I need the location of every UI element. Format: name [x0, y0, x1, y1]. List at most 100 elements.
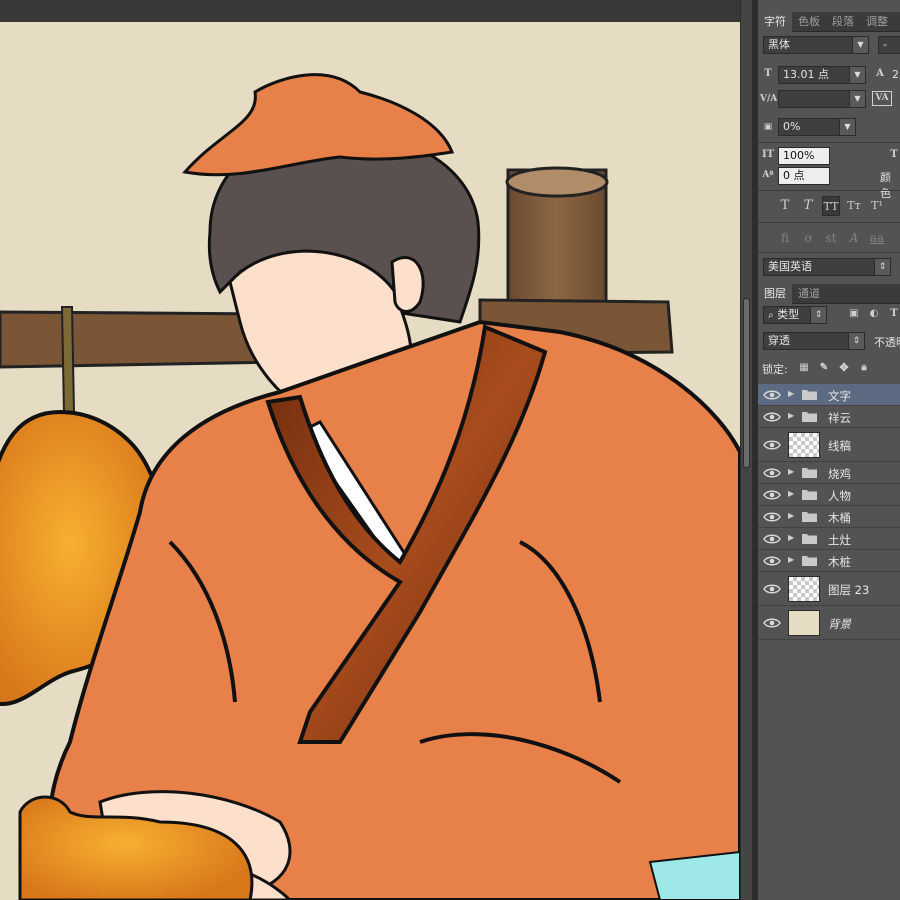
lock-brush-icon[interactable]: ✎ — [816, 360, 832, 376]
font-family-dropdown[interactable]: 黑体 ▼ — [763, 36, 869, 54]
kerning-dropdown[interactable]: ▼ — [778, 90, 866, 108]
updown-chevron-icon: ⇕ — [874, 259, 890, 275]
lock-position-icon[interactable]: ✥ — [836, 360, 852, 376]
faux-italic-button[interactable]: T — [799, 196, 817, 216]
image-filter-icon[interactable]: ▣ — [846, 306, 862, 322]
folder-icon — [802, 533, 817, 544]
expand-triangle-icon[interactable]: ▶ — [788, 467, 796, 476]
swash-button[interactable]: A — [845, 228, 863, 248]
layer-row-roast-chicken[interactable]: ▶ 烧鸡 — [758, 462, 900, 484]
language-dropdown[interactable]: 美国英语 ⇕ — [763, 258, 891, 276]
divider — [758, 222, 900, 223]
search-icon: ⌕ — [768, 310, 774, 321]
scrollbar-thumb[interactable] — [743, 298, 750, 468]
layer-name: 木桩 — [828, 555, 851, 569]
eye-icon[interactable] — [763, 533, 781, 545]
updown-chevron-icon: ⇕ — [810, 307, 826, 323]
lock-all-icon[interactable]: 🔒︎ — [856, 360, 872, 376]
tracking-percent-value: 0% — [783, 120, 801, 133]
folder-icon — [802, 511, 817, 522]
layer-row-wooden-barrel[interactable]: ▶ 木桶 — [758, 506, 900, 528]
canvas-vertical-scrollbar[interactable] — [740, 0, 752, 900]
layer-thumbnail — [788, 610, 820, 636]
layer-row-figure[interactable]: ▶ 人物 — [758, 484, 900, 506]
layer-name: 祥云 — [828, 411, 851, 425]
tab-character[interactable]: 字符 — [758, 12, 792, 32]
layer-row-earth-stove[interactable]: ▶ 土灶 — [758, 528, 900, 550]
eye-icon[interactable] — [763, 411, 781, 423]
eye-icon[interactable] — [763, 389, 781, 401]
right-panel-dock: 字符 色板 段落 调整 黑体 ▼ - T 13.01 点 ▼ A 2 V/A ▼ VA… — [758, 0, 900, 900]
expand-triangle-icon[interactable]: ▶ — [788, 533, 796, 542]
folder-icon — [802, 411, 817, 422]
type-style-buttons: T T TT Tт T¹ — [776, 196, 900, 216]
tab-paragraph[interactable]: 段落 — [826, 12, 860, 32]
type-filter-icon[interactable]: T — [886, 306, 900, 322]
eye-icon[interactable] — [763, 439, 781, 451]
font-family-value: 黑体 — [768, 38, 790, 51]
font-size-value: 13.01 点 — [783, 68, 829, 81]
layer-name: 烧鸡 — [828, 467, 851, 481]
layer-filter-value: 类型 — [777, 308, 800, 321]
document-canvas[interactable] — [0, 0, 752, 900]
vertical-scale-value: 100% — [783, 149, 815, 162]
eye-icon[interactable] — [763, 467, 781, 479]
layer-row-clouds[interactable]: ▶ 祥云 — [758, 406, 900, 428]
tracking-percent-field[interactable]: 0% ▼ — [778, 118, 856, 136]
updown-chevron-icon: ⇕ — [848, 333, 864, 349]
layer-name: 线稿 — [828, 439, 851, 453]
blend-mode-dropdown[interactable]: 穿透 ⇕ — [763, 332, 865, 350]
tab-layers[interactable]: 图层 — [758, 284, 792, 304]
expand-triangle-icon[interactable]: ▶ — [788, 489, 796, 498]
layer-name: 人物 — [828, 489, 851, 503]
horizontal-scale-icon: T — [890, 149, 898, 160]
stylistic-alternates-button[interactable]: aa — [868, 228, 886, 248]
vertical-scale-field[interactable]: 100% — [778, 147, 830, 165]
artwork-illustration[interactable] — [0, 22, 740, 900]
folder-icon — [802, 555, 817, 566]
expand-triangle-icon[interactable]: ▶ — [788, 389, 796, 398]
tracking-icon: VA — [872, 91, 892, 106]
discretionary-ligature-button[interactable]: st — [822, 228, 840, 248]
font-size-field[interactable]: 13.01 点 ▼ — [778, 66, 866, 84]
tsume-icon: ▣ — [763, 122, 773, 132]
layer-row-lineart[interactable]: 线稿 — [758, 428, 900, 462]
tab-adjustments[interactable]: 调整 — [860, 12, 894, 32]
eye-icon[interactable] — [763, 555, 781, 567]
opentype-buttons: fi ơ st A aa — [776, 228, 900, 248]
chevron-down-icon: ▼ — [849, 91, 865, 107]
layer-thumbnail — [788, 576, 820, 602]
faux-bold-button[interactable]: T — [776, 196, 794, 216]
expand-triangle-icon[interactable]: ▶ — [788, 511, 796, 520]
eye-icon[interactable] — [763, 617, 781, 629]
font-style-dropdown[interactable]: - — [878, 36, 900, 54]
ligature-button[interactable]: fi — [776, 228, 794, 248]
eye-icon[interactable] — [763, 583, 781, 595]
old-style-button[interactable]: ơ — [799, 228, 817, 248]
small-caps-button[interactable]: Tт — [845, 196, 863, 216]
expand-triangle-icon[interactable]: ▶ — [788, 411, 796, 420]
superscript-button[interactable]: T¹ — [868, 196, 886, 216]
adjustment-filter-icon[interactable]: ◐ — [866, 306, 882, 322]
layer-row-layer-23[interactable]: 图层 23 — [758, 572, 900, 606]
layer-row-wooden-stake[interactable]: ▶ 木桩 — [758, 550, 900, 572]
kerning-icon: V/A — [760, 94, 778, 104]
layer-name: 背景 — [828, 617, 851, 631]
baseline-shift-field[interactable]: 0 点 — [778, 167, 830, 185]
leading-value[interactable]: 2 — [892, 68, 899, 81]
all-caps-button[interactable]: TT — [822, 196, 840, 216]
tab-channels[interactable]: 通道 — [792, 284, 826, 304]
eye-icon[interactable] — [763, 511, 781, 523]
layer-row-text[interactable]: ▶ 文字 — [758, 384, 900, 406]
tab-swatches[interactable]: 色板 — [792, 12, 826, 32]
font-style-value: - — [883, 38, 887, 51]
chevron-down-icon: ▼ — [852, 37, 868, 53]
lock-transparency-icon[interactable]: ▦ — [796, 360, 812, 376]
layer-row-background[interactable]: 背景 — [758, 606, 900, 640]
layer-filter-dropdown[interactable]: ⌕ 类型 ⇕ — [763, 306, 827, 324]
folder-icon — [802, 389, 817, 400]
eye-icon[interactable] — [763, 489, 781, 501]
leading-icon: A — [876, 68, 884, 79]
expand-triangle-icon[interactable]: ▶ — [788, 555, 796, 564]
layer-name: 木桶 — [828, 511, 851, 525]
